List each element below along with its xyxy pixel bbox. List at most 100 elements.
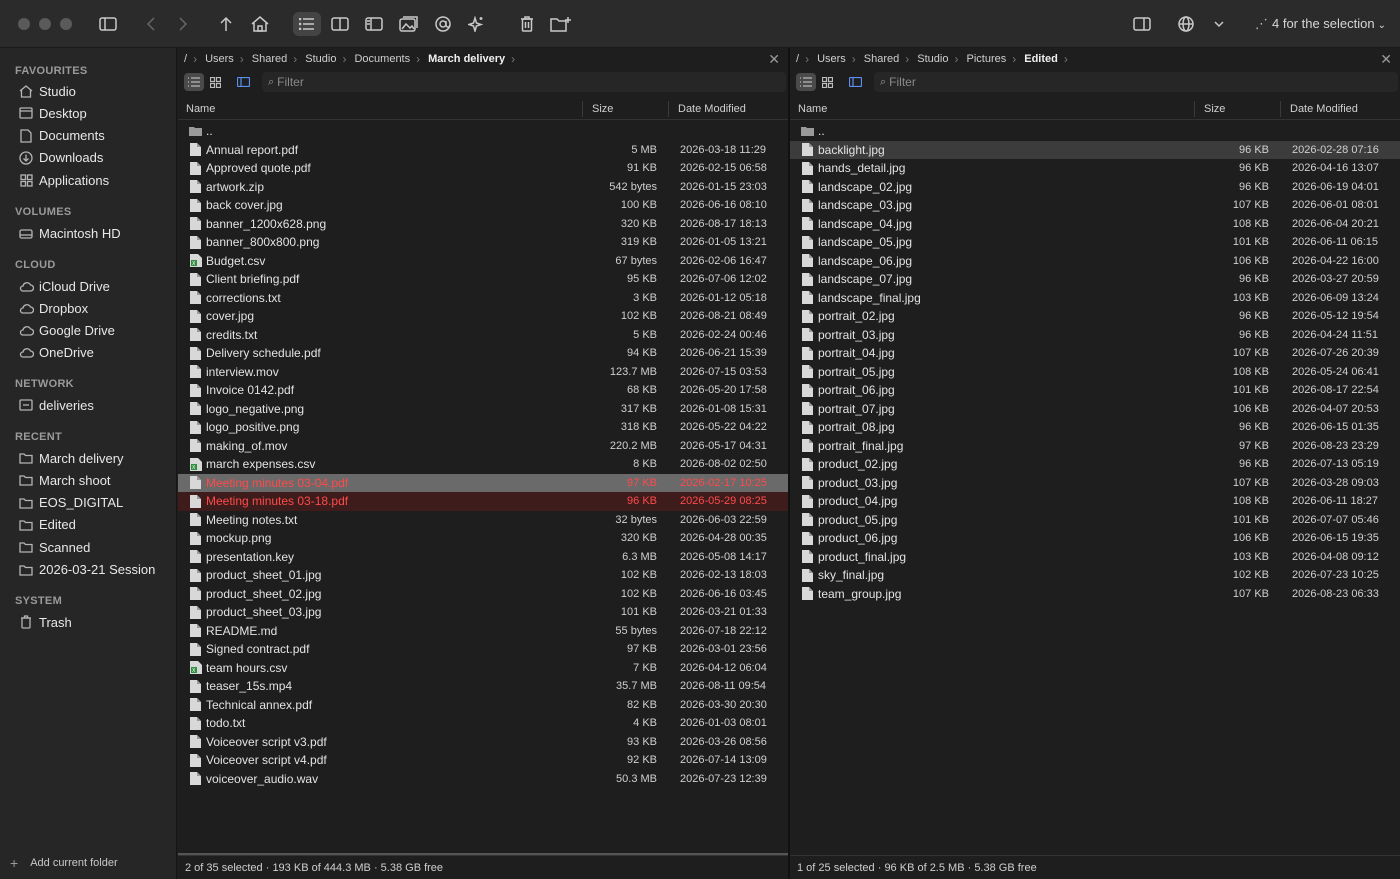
- file-row[interactable]: Meeting minutes 03-18.pdf 96 KB 2026-05-29…: [178, 492, 788, 511]
- column-header-name[interactable]: Name: [798, 103, 827, 115]
- sidebar-item-edited[interactable]: Edited: [18, 515, 173, 535]
- forward-icon[interactable]: [170, 12, 196, 36]
- file-row[interactable]: cover.jpg 102 KB 2026-08-21 08:49: [178, 307, 788, 326]
- file-row[interactable]: making_of.mov 220.2 MB 2026-05-17 04:31: [178, 437, 788, 456]
- filter-field[interactable]: ⌕: [874, 72, 1398, 92]
- inspector-toggle-icon[interactable]: [1129, 12, 1155, 36]
- file-row[interactable]: product_final.jpg 103 KB 2026-04-08 09:12: [790, 548, 1400, 567]
- breadcrumb-item[interactable]: Edited: [1024, 53, 1058, 65]
- column-divider[interactable]: [1280, 101, 1281, 117]
- add-current-folder-button[interactable]: + Add current folder: [10, 855, 118, 871]
- breadcrumb-item[interactable]: /: [796, 53, 799, 65]
- sparkle-icon[interactable]: [463, 12, 489, 36]
- file-row[interactable]: credits.txt 5 KB 2026-02-24 00:46: [178, 326, 788, 345]
- chevron-down-icon[interactable]: [1206, 12, 1232, 36]
- column-divider[interactable]: [1194, 101, 1195, 117]
- file-row[interactable]: portrait_04.jpg 107 KB 2026-07-26 20:39: [790, 344, 1400, 363]
- column-divider[interactable]: [668, 101, 669, 117]
- file-row[interactable]: product_sheet_03.jpg 101 KB 2026-03-21 01:…: [178, 603, 788, 622]
- grid-view-icon[interactable]: [817, 73, 837, 91]
- close-pane-icon[interactable]: ✕: [768, 51, 780, 68]
- file-row[interactable]: teaser_15s.mp4 35.7 MB 2026-08-11 09:54: [178, 677, 788, 696]
- column-header-date-modified[interactable]: Date Modified: [1290, 103, 1358, 115]
- list-view-icon[interactable]: [184, 73, 204, 91]
- file-row[interactable]: Annual report.pdf 5 MB 2026-03-18 11:29: [178, 141, 788, 160]
- file-row[interactable]: portrait_final.jpg 97 KB 2026-08-23 23:29: [790, 437, 1400, 456]
- file-row[interactable]: back cover.jpg 100 KB 2026-06-16 08:10: [178, 196, 788, 215]
- zoom-window-button[interactable]: [60, 18, 72, 30]
- filter-input[interactable]: [889, 75, 1090, 89]
- file-row[interactable]: portrait_05.jpg 108 KB 2026-05-24 06:41: [790, 363, 1400, 382]
- sidebar-item-applications[interactable]: Applications: [18, 170, 173, 190]
- file-row[interactable]: artwork.zip 542 bytes 2026-01-15 23:03: [178, 178, 788, 197]
- breadcrumb-item[interactable]: Documents: [354, 53, 410, 65]
- file-row[interactable]: Voiceover script v4.pdf 92 KB 2026-07-14 1…: [178, 751, 788, 770]
- sidebar-item-dropbox[interactable]: Dropbox: [18, 298, 173, 318]
- sidebar-item-downloads[interactable]: Downloads: [18, 148, 173, 168]
- file-row[interactable]: Approved quote.pdf 91 KB 2026-02-15 06:58: [178, 159, 788, 178]
- breadcrumb-item[interactable]: Shared: [864, 53, 899, 65]
- file-row[interactable]: portrait_02.jpg 96 KB 2026-05-12 19:54: [790, 307, 1400, 326]
- sidebar-item-march-shoot[interactable]: March shoot: [18, 470, 173, 490]
- file-row[interactable]: mockup.png 320 KB 2026-04-28 00:35: [178, 529, 788, 548]
- breadcrumb-item[interactable]: Users: [205, 53, 234, 65]
- at-sign-icon[interactable]: [430, 12, 456, 36]
- file-row[interactable]: Xmarch expenses.csv 8 KB 2026-08-02 02:50: [178, 455, 788, 474]
- file-row[interactable]: portrait_03.jpg 96 KB 2026-04-24 11:51: [790, 326, 1400, 345]
- column-header-size[interactable]: Size: [1204, 103, 1225, 115]
- file-row[interactable]: Xteam hours.csv 7 KB 2026-04-12 06:04: [178, 659, 788, 678]
- file-row[interactable]: landscape_07.jpg 96 KB 2026-03-27 20:59: [790, 270, 1400, 289]
- file-row[interactable]: logo_positive.png 318 KB 2026-05-22 04:22: [178, 418, 788, 437]
- file-row[interactable]: todo.txt 4 KB 2026-01-03 08:01: [178, 714, 788, 733]
- sidebar-item-scanned[interactable]: Scanned: [18, 537, 173, 557]
- breadcrumb-item[interactable]: Studio: [305, 53, 336, 65]
- file-row[interactable]: landscape_02.jpg 96 KB 2026-06-19 04:01: [790, 178, 1400, 197]
- file-row[interactable]: Meeting notes.txt 32 bytes 2026-06-03 22:5…: [178, 511, 788, 530]
- file-row[interactable]: banner_800x800.png 319 KB 2026-01-05 13:21: [178, 233, 788, 252]
- file-row[interactable]: Invoice 0142.pdf 68 KB 2026-05-20 17:58: [178, 381, 788, 400]
- file-row[interactable]: product_04.jpg 108 KB 2026-06-11 18:27: [790, 492, 1400, 511]
- column-header-size[interactable]: Size: [592, 103, 613, 115]
- file-row[interactable]: Technical annex.pdf 82 KB 2026-03-30 20:30: [178, 696, 788, 715]
- breadcrumb-item[interactable]: March delivery: [428, 53, 505, 65]
- image-viewer-icon[interactable]: [396, 12, 422, 36]
- sidebar-item-icloud-drive[interactable]: iCloud Drive: [18, 276, 173, 296]
- sidebar-item-google-drive[interactable]: Google Drive: [18, 321, 173, 341]
- filter-field[interactable]: ⌕: [262, 72, 786, 92]
- file-row[interactable]: Meeting minutes 03-04.pdf 97 KB 2026-02-17…: [178, 473, 788, 492]
- trash-icon[interactable]: [514, 12, 540, 36]
- close-pane-icon[interactable]: ✕: [1380, 51, 1392, 68]
- file-row[interactable]: landscape_06.jpg 106 KB 2026-04-22 16:00: [790, 252, 1400, 271]
- filter-input[interactable]: [277, 75, 478, 89]
- file-row[interactable]: corrections.txt 3 KB 2026-01-12 05:18: [178, 289, 788, 308]
- close-window-button[interactable]: [18, 18, 30, 30]
- parent-folder-icon[interactable]: [213, 12, 239, 36]
- minimize-window-button[interactable]: [39, 18, 51, 30]
- sidebar-item-studio[interactable]: Studio: [18, 81, 173, 101]
- sidebar-item-desktop[interactable]: Desktop: [18, 103, 173, 123]
- sidebar-item-deliveries[interactable]: deliveries: [18, 395, 173, 415]
- sidebar-item-2026-03-21-session[interactable]: 2026-03-21 Session: [18, 560, 173, 580]
- sidebar-item-march-delivery[interactable]: March delivery: [18, 448, 173, 468]
- file-row[interactable]: portrait_07.jpg 106 KB 2026-04-07 20:53: [790, 400, 1400, 419]
- preview-pane-icon[interactable]: [361, 12, 387, 36]
- column-header-date-modified[interactable]: Date Modified: [678, 103, 746, 115]
- breadcrumb-item[interactable]: /: [184, 53, 187, 65]
- back-icon[interactable]: [138, 12, 164, 36]
- column-view-icon[interactable]: [845, 73, 865, 91]
- breadcrumb-item[interactable]: Users: [817, 53, 846, 65]
- sidebar-item-eos-digital[interactable]: EOS_DIGITAL: [18, 493, 173, 513]
- file-row[interactable]: banner_1200x628.png 320 KB 2026-08-17 18:1…: [178, 215, 788, 234]
- parent-folder-row[interactable]: ..: [790, 122, 1400, 141]
- file-row[interactable]: interview.mov 123.7 MB 2026-07-15 03:53: [178, 363, 788, 382]
- breadcrumb-item[interactable]: Studio: [917, 53, 948, 65]
- column-view-icon[interactable]: [233, 73, 253, 91]
- dual-pane-icon[interactable]: [327, 12, 353, 36]
- file-row[interactable]: landscape_final.jpg 103 KB 2026-06-09 13:2…: [790, 289, 1400, 308]
- file-row[interactable]: Voiceover script v3.pdf 93 KB 2026-03-26 0…: [178, 733, 788, 752]
- file-row[interactable]: landscape_04.jpg 108 KB 2026-06-04 20:21: [790, 215, 1400, 234]
- file-row[interactable]: hands_detail.jpg 96 KB 2026-04-16 13:07: [790, 159, 1400, 178]
- file-row[interactable]: Signed contract.pdf 97 KB 2026-03-01 23:56: [178, 640, 788, 659]
- list-view-icon[interactable]: [293, 12, 321, 36]
- file-row[interactable]: voiceover_audio.wav 50.3 MB 2026-07-23 12:…: [178, 770, 788, 789]
